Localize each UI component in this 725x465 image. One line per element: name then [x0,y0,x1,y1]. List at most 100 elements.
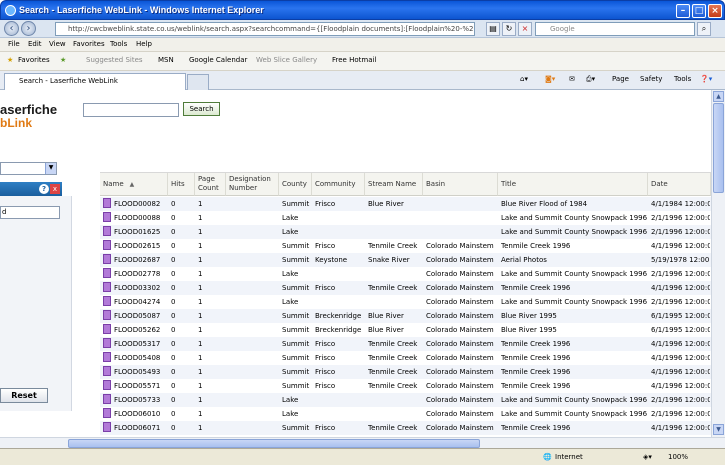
col-page-count[interactable]: Page Count [195,173,226,196]
menu-edit[interactable]: Edit [28,40,42,48]
document-name[interactable]: FLOOD05733 [114,396,160,404]
search-go-icon[interactable]: ⌕ [697,22,711,36]
table-cell-0[interactable]: FLOOD06071 [103,421,167,435]
safety-menu[interactable]: Safety [640,75,662,83]
document-name[interactable]: FLOOD05087 [114,312,160,320]
refresh-icon[interactable]: ↻ [502,22,516,36]
table-cell-0[interactable]: FLOOD05317 [103,337,167,351]
maximize-button[interactable]: □ [692,4,706,18]
col-stream-name[interactable]: Stream Name [365,173,423,196]
back-icon[interactable]: ‹ [4,21,19,36]
tools-menu[interactable]: Tools [674,75,691,83]
scroll-up-icon[interactable]: ▲ [713,91,724,102]
menu-tools[interactable]: Tools [110,40,127,48]
document-name[interactable]: FLOOD00088 [114,214,160,222]
table-row[interactable]: FLOOD05493 0 1 Summit Frisco Tenmile Creek Col… [100,365,711,379]
menu-view[interactable]: View [49,40,66,48]
table-cell-0[interactable]: FLOOD02778 [103,267,167,281]
fav-google-calendar[interactable]: Google Calendar [189,56,247,64]
search-field-input[interactable]: d [0,206,60,219]
document-name[interactable]: FLOOD05262 [114,326,160,334]
table-row[interactable]: FLOOD05733 0 1 Lake Colorado Mainstem Lake an… [100,393,711,407]
home-icon[interactable]: ⌂▾ [520,75,528,83]
table-cell-0[interactable]: FLOOD05408 [103,351,167,365]
fav-suggested-sites[interactable]: Suggested Sites [86,56,143,64]
table-row[interactable]: FLOOD00088 0 1 Lake Lake and Summit County S… [100,211,711,225]
close-panel-button[interactable]: x [50,184,60,194]
document-name[interactable]: FLOOD05317 [114,340,160,348]
table-cell-0[interactable]: FLOOD01625 [103,225,167,239]
table-row[interactable]: FLOOD02615 0 1 Summit Frisco Tenmile Creek Col… [100,239,711,253]
document-name[interactable]: FLOOD03302 [114,284,160,292]
col-date[interactable]: Date [648,173,711,196]
document-name[interactable]: FLOOD01625 [114,228,160,236]
stop-icon[interactable]: × [518,22,532,36]
menu-favorites[interactable]: Favorites [73,40,105,48]
document-name[interactable]: FLOOD02615 [114,242,160,250]
table-cell-0[interactable]: FLOOD00088 [103,211,167,225]
table-row[interactable]: FLOOD02687 0 1 Summit Keystone Snake River Col… [100,253,711,267]
document-name[interactable]: FLOOD02687 [114,256,160,264]
favorites-button[interactable]: Favorites [18,56,50,64]
help-button[interactable]: ? [39,184,49,194]
table-row[interactable]: FLOOD04274 0 1 Lake Colorado Mainstem Lake an… [100,295,711,309]
vertical-scrollbar[interactable]: ▲ ▼ [711,90,725,437]
table-row[interactable]: FLOOD05571 0 1 Summit Frisco Tenmile Creek Col… [100,379,711,393]
document-name[interactable]: FLOOD05408 [114,354,160,362]
col-county[interactable]: County [279,173,312,196]
document-name[interactable]: FLOOD06071 [114,424,160,432]
table-cell-0[interactable]: FLOOD05262 [103,323,167,337]
table-row[interactable]: FLOOD05262 0 1 Summit Breckenridge Blue River… [100,323,711,337]
table-row[interactable]: FLOOD02778 0 1 Lake Colorado Mainstem Lake an… [100,267,711,281]
reset-button[interactable]: Reset [0,388,48,403]
table-cell-0[interactable]: FLOOD05733 [103,393,167,407]
table-cell-0[interactable]: FLOOD05493 [103,365,167,379]
table-row[interactable]: FLOOD00082 0 1 Summit Frisco Blue River Blue R… [100,197,711,211]
document-name[interactable]: FLOOD05493 [114,368,160,376]
table-row[interactable]: FLOOD06010 0 1 Lake Colorado Mainstem Lake an… [100,407,711,421]
table-row[interactable]: FLOOD03302 0 1 Summit Frisco Tenmile Creek Col… [100,281,711,295]
table-row[interactable]: FLOOD01625 0 1 Lake Lake and Summit County S… [100,225,711,239]
table-cell-0[interactable]: FLOOD06010 [103,407,167,421]
compat-icon[interactable]: ▤ [486,22,500,36]
minimize-button[interactable]: – [676,4,690,18]
table-cell-0[interactable]: FLOOD03302 [103,281,167,295]
fav-web-slice-gallery[interactable]: Web Slice Gallery [256,56,317,64]
quick-search-input[interactable] [83,103,179,117]
col-hits[interactable]: Hits [168,173,195,196]
folder-select[interactable]: ▼ [0,162,57,175]
page-menu[interactable]: Page [612,75,629,83]
table-row[interactable]: FLOOD05408 0 1 Summit Frisco Tenmile Creek Col… [100,351,711,365]
horizontal-scrollbar[interactable] [0,437,725,448]
table-cell-0[interactable]: FLOOD02615 [103,239,167,253]
fav-msn[interactable]: MSN [158,56,174,64]
table-row[interactable]: FLOOD05087 0 1 Summit Breckenridge Blue River… [100,309,711,323]
document-name[interactable]: FLOOD02778 [114,270,160,278]
table-cell-0[interactable]: FLOOD04274 [103,295,167,309]
horizontal-scroll-thumb[interactable] [68,439,480,448]
scroll-down-icon[interactable]: ▼ [713,424,724,435]
print-icon[interactable]: ⎙▾ [586,75,595,84]
address-input[interactable]: http://cwcbweblink.state.co.us/weblink/s… [55,22,475,36]
document-name[interactable]: FLOOD04274 [114,298,160,306]
search-button[interactable]: Search [183,102,220,116]
table-row[interactable]: FLOOD05317 0 1 Summit Frisco Tenmile Creek Col… [100,337,711,351]
table-cell-0[interactable]: FLOOD00082 [103,197,167,211]
document-name[interactable]: FLOOD00082 [114,200,160,208]
table-row[interactable]: FLOOD06071 0 1 Summit Frisco Tenmile Creek Col… [100,421,711,435]
forward-icon[interactable]: › [21,21,36,36]
table-cell-0[interactable]: FLOOD05571 [103,379,167,393]
zoom-level[interactable]: 100% [668,453,688,461]
document-name[interactable]: FLOOD06010 [114,410,160,418]
mail-icon[interactable]: ✉ [569,75,575,83]
table-cell-0[interactable]: FLOOD05087 [103,309,167,323]
tab-search-weblink[interactable]: Search - Laserfiche WebLink [4,73,186,90]
document-name[interactable]: FLOOD05571 [114,382,160,390]
col-basin[interactable]: Basin [423,173,498,196]
menu-help[interactable]: Help [136,40,152,48]
vertical-scroll-thumb[interactable] [713,103,724,193]
fav-free-hotmail[interactable]: Free Hotmail [332,56,376,64]
table-cell-0[interactable]: FLOOD02687 [103,253,167,267]
col-title[interactable]: Title [498,173,648,196]
add-favorite-icon[interactable]: ★ [60,56,66,64]
